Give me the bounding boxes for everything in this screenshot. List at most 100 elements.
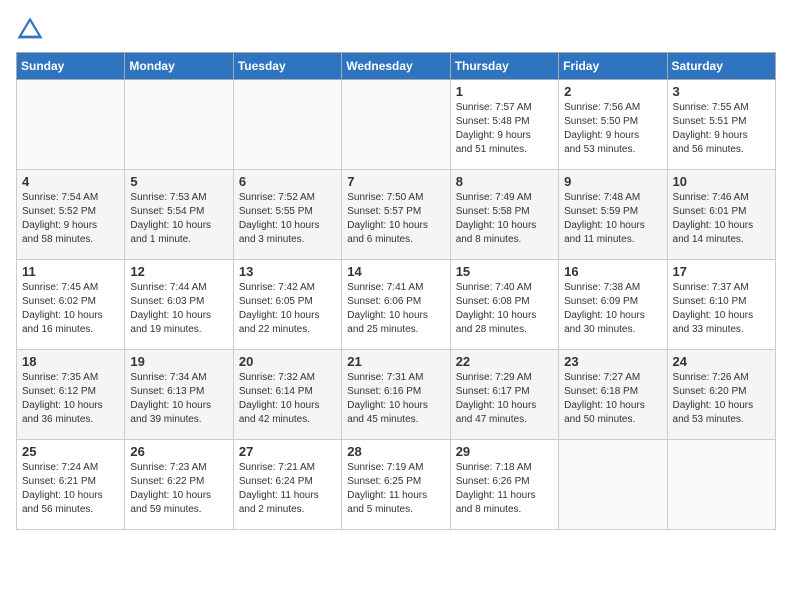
day-detail: Sunrise: 7:34 AMSunset: 6:13 PMDaylight:…	[130, 371, 227, 427]
day-number: 18	[22, 354, 119, 369]
header-wednesday: Wednesday	[342, 53, 450, 80]
day-detail: Sunrise: 7:21 AMSunset: 6:24 PMDaylight:…	[239, 461, 336, 517]
header-friday: Friday	[559, 53, 667, 80]
day-number: 10	[673, 174, 770, 189]
day-number: 20	[239, 354, 336, 369]
calendar-cell: 19 Sunrise: 7:34 AMSunset: 6:13 PMDayligh…	[125, 350, 233, 440]
calendar-cell: 11 Sunrise: 7:45 AMSunset: 6:02 PMDayligh…	[17, 260, 125, 350]
day-number: 27	[239, 444, 336, 459]
day-number: 12	[130, 264, 227, 279]
day-detail: Sunrise: 7:56 AMSunset: 5:50 PMDaylight:…	[564, 101, 661, 157]
day-detail: Sunrise: 7:40 AMSunset: 6:08 PMDaylight:…	[456, 281, 553, 337]
calendar-header: SundayMondayTuesdayWednesdayThursdayFrid…	[17, 53, 776, 80]
calendar-cell: 21 Sunrise: 7:31 AMSunset: 6:16 PMDayligh…	[342, 350, 450, 440]
day-detail: Sunrise: 7:54 AMSunset: 5:52 PMDaylight:…	[22, 191, 119, 247]
day-detail: Sunrise: 7:35 AMSunset: 6:12 PMDaylight:…	[22, 371, 119, 427]
day-number: 26	[130, 444, 227, 459]
calendar-cell: 1 Sunrise: 7:57 AMSunset: 5:48 PMDaylight…	[450, 80, 558, 170]
day-detail: Sunrise: 7:48 AMSunset: 5:59 PMDaylight:…	[564, 191, 661, 247]
calendar-cell: 9 Sunrise: 7:48 AMSunset: 5:59 PMDaylight…	[559, 170, 667, 260]
calendar-body: 1 Sunrise: 7:57 AMSunset: 5:48 PMDaylight…	[17, 80, 776, 530]
day-number: 1	[456, 84, 553, 99]
calendar-week-row: 11 Sunrise: 7:45 AMSunset: 6:02 PMDayligh…	[17, 260, 776, 350]
logo	[16, 16, 48, 44]
calendar-cell: 20 Sunrise: 7:32 AMSunset: 6:14 PMDayligh…	[233, 350, 341, 440]
calendar-cell: 17Sunrise: 7:37 AMSunset: 6:10 PMDayligh…	[667, 260, 775, 350]
page-header	[16, 16, 776, 44]
day-number: 23	[564, 354, 661, 369]
day-number: 3	[673, 84, 770, 99]
day-number: 11	[22, 264, 119, 279]
day-number: 7	[347, 174, 444, 189]
header-thursday: Thursday	[450, 53, 558, 80]
day-detail: Sunrise: 7:50 AMSunset: 5:57 PMDaylight:…	[347, 191, 444, 247]
day-detail: Sunrise: 7:23 AMSunset: 6:22 PMDaylight:…	[130, 461, 227, 517]
day-number: 22	[456, 354, 553, 369]
header-saturday: Saturday	[667, 53, 775, 80]
calendar-week-row: 25Sunrise: 7:24 AMSunset: 6:21 PMDayligh…	[17, 440, 776, 530]
header-row: SundayMondayTuesdayWednesdayThursdayFrid…	[17, 53, 776, 80]
calendar-cell: 14 Sunrise: 7:41 AMSunset: 6:06 PMDayligh…	[342, 260, 450, 350]
calendar-cell	[233, 80, 341, 170]
calendar-cell: 13 Sunrise: 7:42 AMSunset: 6:05 PMDayligh…	[233, 260, 341, 350]
day-detail: Sunrise: 7:38 AMSunset: 6:09 PMDaylight:…	[564, 281, 661, 337]
calendar-week-row: 1 Sunrise: 7:57 AMSunset: 5:48 PMDaylight…	[17, 80, 776, 170]
calendar-cell: 3 Sunrise: 7:55 AMSunset: 5:51 PMDaylight…	[667, 80, 775, 170]
day-number: 15	[456, 264, 553, 279]
day-detail: Sunrise: 7:42 AMSunset: 6:05 PMDaylight:…	[239, 281, 336, 337]
calendar-cell: 4 Sunrise: 7:54 AMSunset: 5:52 PMDaylight…	[17, 170, 125, 260]
header-sunday: Sunday	[17, 53, 125, 80]
calendar-cell: 12 Sunrise: 7:44 AMSunset: 6:03 PMDayligh…	[125, 260, 233, 350]
day-number: 17	[673, 264, 770, 279]
calendar-cell	[559, 440, 667, 530]
day-detail: Sunrise: 7:52 AMSunset: 5:55 PMDaylight:…	[239, 191, 336, 247]
calendar-cell: 8 Sunrise: 7:49 AMSunset: 5:58 PMDaylight…	[450, 170, 558, 260]
day-number: 6	[239, 174, 336, 189]
calendar-cell: 5 Sunrise: 7:53 AMSunset: 5:54 PMDaylight…	[125, 170, 233, 260]
calendar-cell: 16Sunrise: 7:38 AMSunset: 6:09 PMDayligh…	[559, 260, 667, 350]
day-detail: Sunrise: 7:55 AMSunset: 5:51 PMDaylight:…	[673, 101, 770, 157]
calendar-week-row: 18 Sunrise: 7:35 AMSunset: 6:12 PMDayligh…	[17, 350, 776, 440]
day-number: 13	[239, 264, 336, 279]
calendar-cell: 22 Sunrise: 7:29 AMSunset: 6:17 PMDayligh…	[450, 350, 558, 440]
day-detail: Sunrise: 7:18 AMSunset: 6:26 PMDaylight:…	[456, 461, 553, 517]
day-number: 5	[130, 174, 227, 189]
calendar-cell: 18 Sunrise: 7:35 AMSunset: 6:12 PMDayligh…	[17, 350, 125, 440]
day-detail: Sunrise: 7:57 AMSunset: 5:48 PMDaylight:…	[456, 101, 553, 157]
calendar-cell	[17, 80, 125, 170]
calendar-table: SundayMondayTuesdayWednesdayThursdayFrid…	[16, 52, 776, 530]
day-detail: Sunrise: 7:44 AMSunset: 6:03 PMDaylight:…	[130, 281, 227, 337]
calendar-cell: 27 Sunrise: 7:21 AMSunset: 6:24 PMDayligh…	[233, 440, 341, 530]
calendar-cell: 29 Sunrise: 7:18 AMSunset: 6:26 PMDayligh…	[450, 440, 558, 530]
day-number: 2	[564, 84, 661, 99]
calendar-cell	[125, 80, 233, 170]
calendar-cell	[667, 440, 775, 530]
day-number: 4	[22, 174, 119, 189]
logo-icon	[16, 16, 44, 44]
day-detail: Sunrise: 7:46 AMSunset: 6:01 PMDaylight:…	[673, 191, 770, 247]
day-detail: Sunrise: 7:26 AMSunset: 6:20 PMDaylight:…	[673, 371, 770, 427]
calendar-cell: 6 Sunrise: 7:52 AMSunset: 5:55 PMDaylight…	[233, 170, 341, 260]
day-detail: Sunrise: 7:41 AMSunset: 6:06 PMDaylight:…	[347, 281, 444, 337]
calendar-cell: 24Sunrise: 7:26 AMSunset: 6:20 PMDayligh…	[667, 350, 775, 440]
day-number: 19	[130, 354, 227, 369]
day-detail: Sunrise: 7:31 AMSunset: 6:16 PMDaylight:…	[347, 371, 444, 427]
day-number: 29	[456, 444, 553, 459]
day-detail: Sunrise: 7:53 AMSunset: 5:54 PMDaylight:…	[130, 191, 227, 247]
day-detail: Sunrise: 7:45 AMSunset: 6:02 PMDaylight:…	[22, 281, 119, 337]
day-detail: Sunrise: 7:27 AMSunset: 6:18 PMDaylight:…	[564, 371, 661, 427]
calendar-cell: 2 Sunrise: 7:56 AMSunset: 5:50 PMDaylight…	[559, 80, 667, 170]
day-number: 25	[22, 444, 119, 459]
day-number: 14	[347, 264, 444, 279]
day-detail: Sunrise: 7:32 AMSunset: 6:14 PMDaylight:…	[239, 371, 336, 427]
day-detail: Sunrise: 7:49 AMSunset: 5:58 PMDaylight:…	[456, 191, 553, 247]
calendar-week-row: 4 Sunrise: 7:54 AMSunset: 5:52 PMDaylight…	[17, 170, 776, 260]
calendar-cell: 23 Sunrise: 7:27 AMSunset: 6:18 PMDayligh…	[559, 350, 667, 440]
day-number: 21	[347, 354, 444, 369]
calendar-cell: 26 Sunrise: 7:23 AMSunset: 6:22 PMDayligh…	[125, 440, 233, 530]
day-number: 8	[456, 174, 553, 189]
day-number: 9	[564, 174, 661, 189]
day-detail: Sunrise: 7:29 AMSunset: 6:17 PMDaylight:…	[456, 371, 553, 427]
calendar-cell: 28Sunrise: 7:19 AMSunset: 6:25 PMDayligh…	[342, 440, 450, 530]
calendar-cell: 7 Sunrise: 7:50 AMSunset: 5:57 PMDaylight…	[342, 170, 450, 260]
